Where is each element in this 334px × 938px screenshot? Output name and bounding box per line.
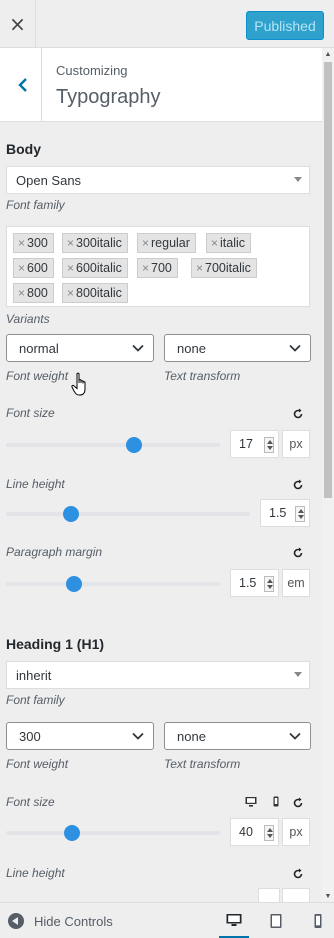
remove-icon[interactable]: × [67,261,74,275]
chevron-down-icon [132,344,144,352]
unit-selector[interactable]: em [282,569,310,597]
unit-selector[interactable]: px [282,430,310,458]
slider-handle[interactable] [64,825,80,841]
paragraph-margin-slider[interactable] [6,582,220,586]
variant-tag[interactable]: × 700italic [191,258,257,278]
chevron-down-icon [132,732,144,740]
h1-line-height-input[interactable] [258,888,280,902]
slider-handle[interactable] [63,506,79,522]
variant-tag[interactable]: × 600 [13,258,54,278]
desktop-icon[interactable] [244,795,258,809]
h1-font-family-label: Font family [6,693,65,707]
h1-font-size-label: Font size [6,795,55,809]
panel-scrollbar[interactable]: ▲ ▼ [322,48,334,902]
remove-icon[interactable]: × [211,236,218,250]
body-text-transform-select[interactable]: none [164,334,311,362]
body-font-family-select[interactable]: Open Sans [6,166,310,194]
remove-icon[interactable]: × [67,236,74,250]
variant-tag[interactable]: × 800italic [62,283,128,303]
chevron-down-icon [289,344,301,352]
variant-tag[interactable]: × 600italic [62,258,128,278]
desktop-icon [226,913,242,926]
spinner-icon[interactable] [264,437,274,453]
device-tablet-button[interactable] [261,903,291,938]
remove-icon[interactable]: × [142,261,149,275]
body-font-family-label: Font family [6,198,65,212]
body-font-size-slider[interactable] [6,443,220,447]
variant-tag[interactable]: × 800 [13,283,54,303]
body-font-family-value: Open Sans [16,172,82,188]
body-text-transform-label: Text transform [164,369,241,383]
reset-icon[interactable] [292,479,304,491]
chevron-left-icon [17,77,27,92]
unit-selector[interactable] [282,888,310,902]
customizer-topbar: × Published [0,0,334,48]
slider-handle[interactable] [66,576,82,592]
pointer-cursor-icon [71,372,86,396]
remove-icon[interactable]: × [18,261,25,275]
publish-button[interactable]: Published [246,11,324,40]
variant-tag[interactable]: × 700 [137,258,178,278]
reset-icon[interactable] [292,547,304,559]
h1-font-size-slider[interactable] [6,831,220,835]
body-line-height-label: Line height [6,477,65,491]
scroll-down-icon[interactable]: ▼ [322,890,334,902]
chevron-down-icon [289,732,301,740]
h1-text-transform-select[interactable]: none [164,722,311,750]
caret-down-icon [294,672,302,677]
body-line-height-slider[interactable] [6,512,250,516]
remove-icon[interactable]: × [18,236,25,250]
h1-font-family-select[interactable]: inherit [6,661,310,689]
remove-icon[interactable]: × [142,236,149,250]
section-header: Customizing Typography [0,48,322,122]
section-title: Typography [56,86,161,108]
body-heading: Body [6,141,41,157]
back-button[interactable] [0,48,42,121]
customizing-label: Customizing [56,63,128,78]
variant-tag[interactable]: × 300 [13,233,54,253]
controls-panel: Body Open Sans Font family × 300 × 300ital… [0,122,322,902]
h1-heading: Heading 1 (H1) [6,636,105,652]
remove-icon[interactable]: × [196,261,203,275]
unit-selector[interactable]: px [282,818,310,846]
spinner-icon[interactable] [264,576,274,592]
scroll-thumb[interactable] [324,62,332,498]
caret-down-icon [294,177,302,182]
customizer-footer: Hide Controls [0,902,334,938]
remove-icon[interactable]: × [18,286,25,300]
scroll-up-icon[interactable]: ▲ [322,48,334,60]
h1-font-size-input[interactable]: 40 [230,818,279,846]
paragraph-margin-input[interactable]: 1.5 [230,569,279,597]
body-font-weight-select[interactable]: normal [6,334,154,362]
body-font-size-label: Font size [6,406,55,420]
collapse-arrow-icon [8,913,24,929]
variant-tag[interactable]: × italic [206,233,252,253]
spinner-icon[interactable] [264,825,274,841]
device-mobile-button[interactable] [303,903,333,938]
variant-tag[interactable]: × 300italic [62,233,128,253]
body-font-weight-label: Font weight [6,369,69,383]
hide-controls-button[interactable]: Hide Controls [8,910,113,932]
reset-icon[interactable] [292,868,304,880]
close-icon[interactable]: × [0,0,36,48]
tablet-icon [270,914,282,928]
mobile-icon [314,914,322,928]
reset-icon[interactable] [292,797,304,809]
reset-icon[interactable] [292,408,304,420]
spinner-icon[interactable] [295,506,305,522]
slider-handle[interactable] [126,437,142,453]
paragraph-margin-label: Paragraph margin [6,545,103,559]
variants-label: Variants [6,312,50,326]
device-desktop-button[interactable] [219,903,249,938]
mobile-icon[interactable] [270,795,282,809]
h1-text-transform-label: Text transform [164,757,241,771]
h1-font-weight-label: Font weight [6,757,69,771]
variant-tag[interactable]: × regular [137,233,196,253]
h1-font-weight-select[interactable]: 300 [6,722,154,750]
body-font-size-input[interactable]: 17 [230,430,279,458]
h1-line-height-label: Line height [6,866,65,880]
body-line-height-input[interactable]: 1.5 [260,499,310,527]
variants-multiselect[interactable]: × 300 × 300italic × regular × italic × 600 × 6… [6,226,310,307]
remove-icon[interactable]: × [67,286,74,300]
